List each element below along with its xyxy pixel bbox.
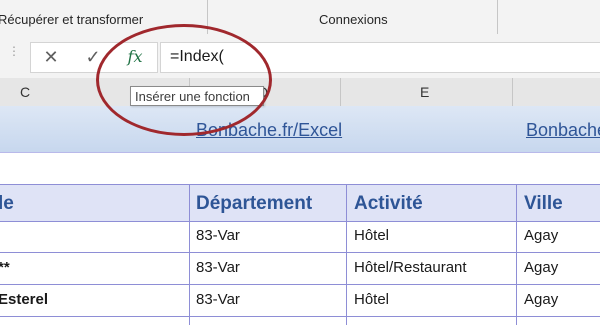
cell-name[interactable]: Esterel [0, 291, 48, 308]
table-column-divider [516, 184, 517, 325]
column-header-e[interactable]: E [420, 84, 429, 100]
cell-activity[interactable]: Hôtel [354, 227, 389, 244]
cell-department[interactable]: 83-Var [196, 227, 240, 244]
cell-name[interactable]: ** [0, 259, 10, 276]
table-row: 83-Var Hôtel Agay [0, 221, 600, 253]
formula-input[interactable]: =Index( [160, 42, 600, 73]
ribbon-divider [207, 0, 208, 34]
formula-bar-grip-icon[interactable]: ⋮ [8, 45, 20, 57]
cell-activity[interactable]: Hôtel/Restaurant [354, 259, 467, 276]
bonbache-link[interactable]: Bonbache.fr/Excel [196, 120, 342, 141]
cell-department[interactable]: 83-Var [196, 259, 240, 276]
column-divider[interactable] [512, 78, 513, 106]
table-row: ** 83-Var Hôtel/Restaurant Agay [0, 253, 600, 285]
formula-bar: ⋮ ✕ ✓ fx =Index( [0, 34, 600, 79]
table-header-department[interactable]: Département [196, 193, 312, 215]
enter-check-icon[interactable]: ✓ [75, 45, 111, 69]
cell-activity[interactable]: Hôtel [354, 291, 389, 308]
cancel-icon[interactable]: ✕ [33, 45, 69, 69]
insert-function-button[interactable]: fx [117, 45, 153, 69]
cell-city[interactable]: Agay [524, 291, 558, 308]
formula-text: =Index( [170, 48, 224, 65]
table-row: Esterel 83-Var Hôtel Agay [0, 285, 600, 317]
formula-bar-buttons: ✕ ✓ fx [30, 42, 158, 73]
ribbon-group-get-transform[interactable]: Récupérer et transformer [0, 12, 143, 27]
column-header-c[interactable]: C [20, 84, 30, 100]
table-header-activity[interactable]: Activité [354, 193, 423, 215]
table-header-city[interactable]: Ville [524, 193, 563, 215]
ribbon-group-connections[interactable]: Connexions [319, 12, 388, 27]
cell-city[interactable]: Agay [524, 259, 558, 276]
banner-row: Bonbache.fr/Excel Bonbache [0, 106, 600, 153]
table-row [0, 317, 600, 325]
cell-city[interactable]: Agay [524, 227, 558, 244]
ribbon-group-labels: Récupérer et transformer Connexions [0, 0, 600, 35]
bonbache-link-secondary[interactable]: Bonbache [526, 120, 600, 141]
row-divider [0, 152, 600, 153]
column-divider[interactable] [340, 78, 341, 106]
table-header-row: le Département Activité Ville [0, 184, 600, 222]
ribbon-divider [497, 0, 498, 34]
cell-department[interactable]: 83-Var [196, 291, 240, 308]
table-column-divider [346, 184, 347, 325]
table-column-divider [189, 184, 190, 325]
insert-function-tooltip: Insérer une fonction [130, 86, 264, 106]
table-header-name[interactable]: le [0, 193, 14, 215]
column-header-row: C D E [0, 78, 600, 107]
